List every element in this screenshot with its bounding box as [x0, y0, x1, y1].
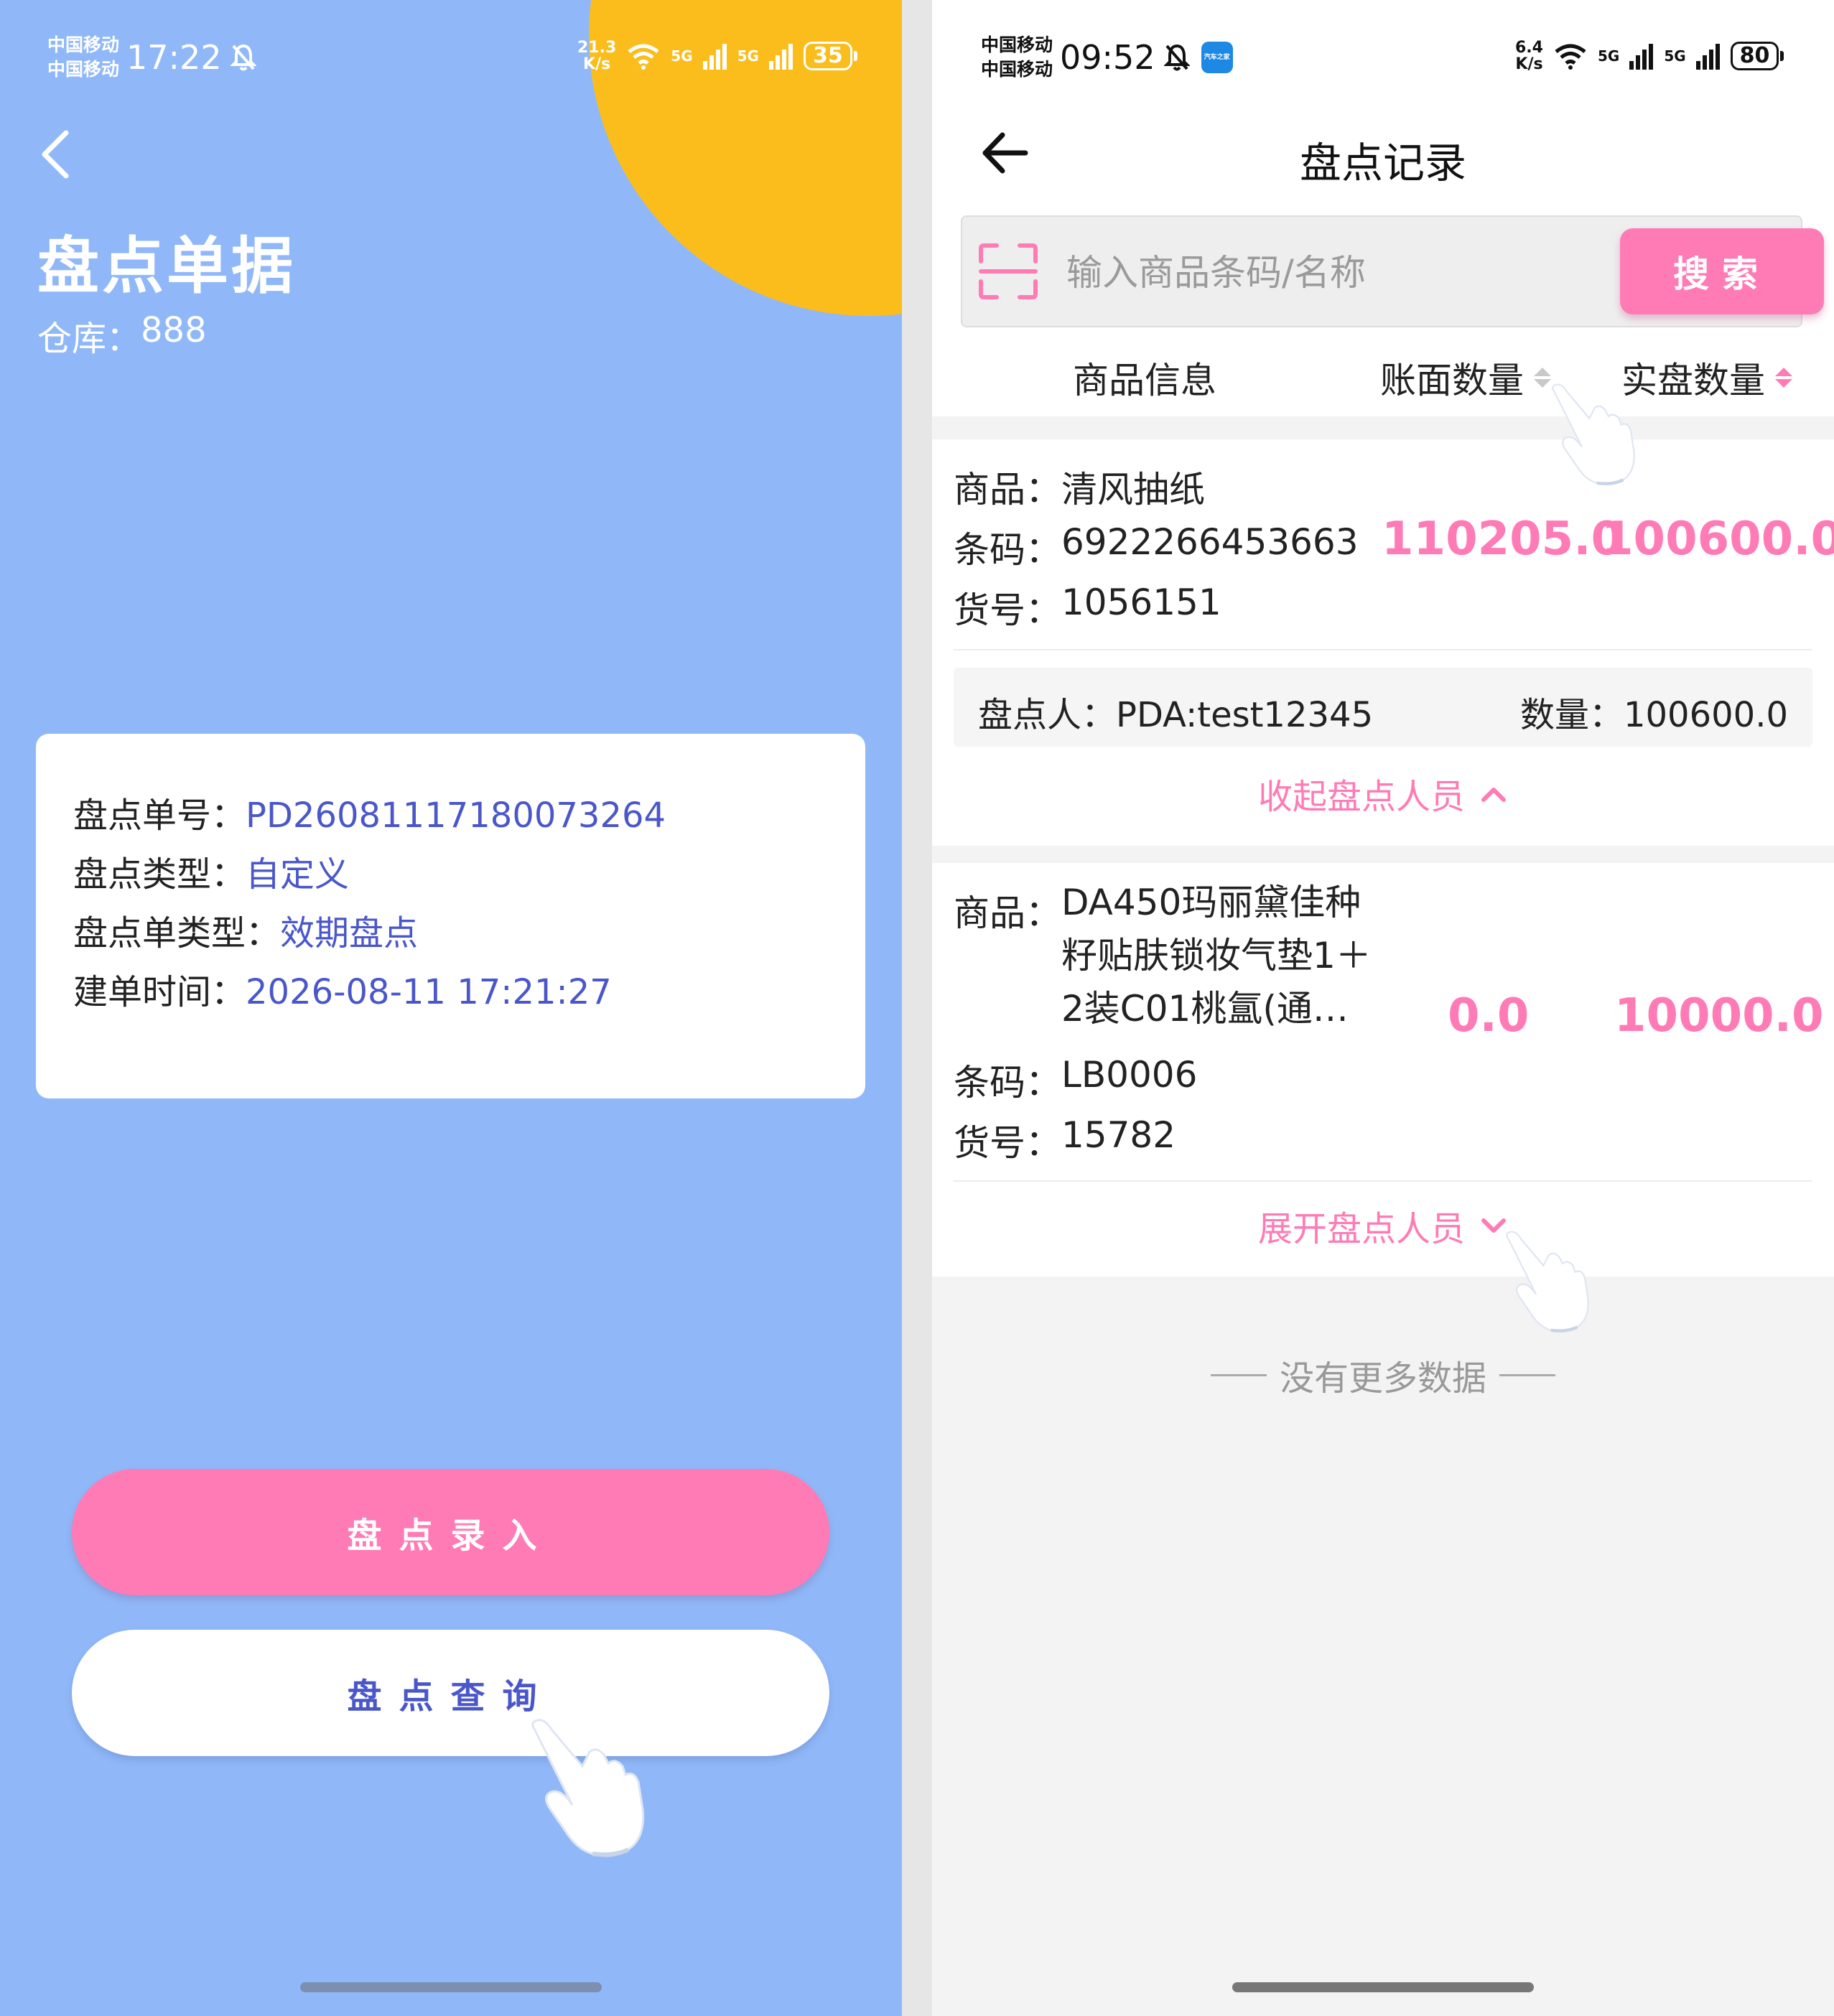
status-icons-right: 6.4 K/s 5G 5G 80 — [1515, 34, 1784, 78]
collapse-counters-button[interactable]: 收起盘点人员 — [932, 768, 1834, 818]
net-speed: 21.3 K/s — [577, 38, 617, 73]
warehouse-value: 888 — [141, 310, 207, 350]
search-bar: 搜索 — [961, 215, 1824, 327]
bell-mute-icon — [1163, 44, 1190, 71]
column-header-book-qty[interactable]: 账面数量 — [1380, 352, 1551, 403]
hand-pointer-icon — [1552, 383, 1635, 486]
carrier-1: 中国移动 — [47, 34, 120, 56]
no-more-data: 没有更多数据 — [932, 1350, 1834, 1400]
wifi-icon — [1555, 44, 1586, 70]
record-product: 商品： 清风抽纸 — [954, 469, 1205, 510]
divider — [954, 1180, 1812, 1182]
actual-quantity: 100600.0 — [1601, 513, 1834, 566]
network-type-1: 5G — [671, 47, 693, 65]
record-sku: 货号： 1056151 — [954, 582, 1221, 631]
carrier-2: 中国移动 — [981, 59, 1053, 80]
carrier-1: 中国移动 — [981, 34, 1053, 56]
carrier-names: 中国移动 中国移动 — [47, 33, 119, 82]
record-sku: 货号： 15782 — [954, 1114, 1176, 1164]
warehouse-label: 仓库： — [37, 319, 141, 359]
net-speed: 6.4 K/s — [1515, 38, 1543, 73]
counter-row: 盘点人：PDA:test12345 数量：100600.0 — [954, 668, 1812, 747]
back-chevron-icon[interactable] — [34, 126, 78, 183]
signal-icon-2 — [1695, 44, 1720, 70]
sort-icon[interactable] — [1775, 368, 1792, 388]
signal-icon-1 — [702, 44, 727, 70]
chevron-up-icon — [1481, 788, 1506, 802]
network-type-2: 5G — [737, 47, 759, 65]
record-barcode: 条码： 6922266453663 — [954, 521, 1359, 571]
network-type-2: 5G — [1664, 47, 1686, 65]
info-row-created-time: 建单时间： 2026-08-11 17:21:27 — [73, 955, 865, 1030]
record-barcode: 条码： LB0006 — [954, 1054, 1198, 1103]
book-quantity: 0.0 — [1448, 989, 1530, 1042]
left-screen: 中国移动 中国移动 17:22 21.3 K/s 5G 5G 35 盘点单据 仓库… — [0, 0, 902, 2016]
battery-icon: 35 — [803, 42, 857, 70]
search-button[interactable]: 搜索 — [1620, 228, 1824, 314]
status-icons-left: 21.3 K/s 5G 5G 35 — [577, 34, 857, 78]
page-title: 盘点单据 — [37, 230, 296, 302]
actual-quantity: 10000.0 — [1614, 989, 1824, 1042]
battery-icon: 80 — [1730, 42, 1784, 70]
carrier-names: 中国移动 中国移动 — [981, 33, 1053, 82]
network-type-1: 5G — [1597, 47, 1620, 65]
book-quantity: 110205.0 — [1382, 513, 1624, 566]
signal-icon-2 — [768, 44, 793, 70]
search-input[interactable] — [1066, 246, 1569, 300]
count-entry-button[interactable]: 盘点录入 — [72, 1469, 829, 1595]
hand-pointer-icon — [1506, 1231, 1589, 1333]
record-card-2: 商品： DA450玛丽黛佳种 籽贴肤锁妆气垫1＋ 2装C01桃氲(通… 条码： L… — [932, 863, 1834, 1277]
warehouse-info: 仓库： 888 — [37, 310, 207, 360]
document-info-card: 盘点单号： PD26081117180073264 盘点类型： 自定义 盘点单类… — [36, 734, 865, 1098]
carrier-2: 中国移动 — [47, 59, 120, 80]
right-screen: 中国移动 中国移动 09:52 汽车之家 6.4 K/s 5G 5G 80 盘点记… — [932, 0, 1834, 2016]
expand-counters-button[interactable]: 展开盘点人员 — [932, 1200, 1834, 1251]
home-indicator — [1232, 1982, 1534, 1992]
scan-icon[interactable] — [978, 243, 1038, 300]
created-time: 2026-08-11 17:21:27 — [246, 972, 612, 1012]
bell-mute-icon — [230, 44, 256, 71]
counter-name: PDA:test12345 — [1116, 695, 1374, 735]
column-header-actual-qty[interactable]: 实盘数量 — [1621, 352, 1792, 403]
status-bar-right: 中国移动 中国移动 09:52 汽车之家 — [981, 29, 1233, 86]
divider — [954, 649, 1812, 650]
status-time: 17:22 — [126, 38, 222, 77]
status-bar-left: 中国移动 中国移动 17:22 — [47, 29, 256, 86]
wifi-icon — [628, 44, 659, 70]
page-title: 盘点记录 — [1299, 139, 1466, 187]
record-product: 商品： DA450玛丽黛佳种 籽贴肤锁妆气垫1＋ 2装C01桃氲(通… — [954, 882, 1372, 1030]
signal-icon-1 — [1629, 44, 1654, 70]
home-indicator — [300, 1982, 602, 1992]
column-header-product: 商品信息 — [1073, 360, 1216, 401]
hand-pointer-icon — [531, 1719, 645, 1857]
status-time: 09:52 — [1060, 38, 1155, 77]
record-card-1: 商品： 清风抽纸 条码： 6922266453663 货号： 1056151 1102… — [932, 439, 1834, 846]
count-query-button[interactable]: 盘点查询 — [72, 1630, 829, 1756]
app-notification-icon: 汽车之家 — [1201, 42, 1233, 73]
counter-quantity: 100600.0 — [1623, 695, 1788, 735]
